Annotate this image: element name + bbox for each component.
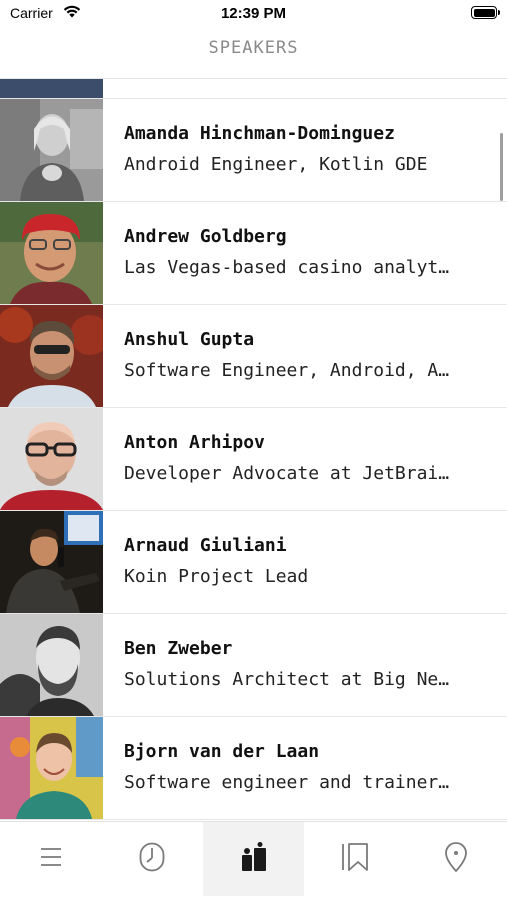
tab-bookmarks[interactable]	[304, 822, 405, 896]
speaker-list[interactable]: Amanda Hinchman-Dominguez Android Engine…	[0, 79, 507, 821]
speaker-role: Koin Project Lead	[124, 566, 309, 587]
speaker-row[interactable]: Anton Arhipov Developer Advocate at JetB…	[0, 408, 507, 511]
speaker-photo	[0, 202, 103, 304]
speaker-name: Andrew Goldberg	[124, 226, 287, 247]
page-title: SPEAKERS	[208, 38, 299, 58]
speaker-photo	[0, 408, 103, 510]
clock-icon	[139, 842, 165, 877]
tab-schedule[interactable]	[101, 822, 202, 896]
speaker-photo	[0, 717, 103, 819]
speaker-name: Bjorn van der Laan	[124, 741, 320, 762]
speaker-row[interactable]: Amanda Hinchman-Dominguez Android Engine…	[0, 99, 507, 202]
speakers-icon	[240, 841, 268, 877]
menu-icon	[39, 845, 63, 874]
speaker-row[interactable]: Andrew Goldberg Las Vegas-based casino a…	[0, 202, 507, 305]
speaker-role: Las Vegas-based casino analyt…	[124, 257, 450, 278]
tab-venue[interactable]	[405, 822, 506, 896]
status-bar: Carrier 12:39 PM	[0, 0, 507, 28]
speaker-name: Anshul Gupta	[124, 329, 255, 350]
speaker-role: Software engineer and trainer…	[124, 772, 450, 793]
location-pin-icon	[444, 841, 468, 877]
speaker-name: Amanda Hinchman-Dominguez	[124, 123, 395, 144]
partial-speaker-photo	[0, 79, 103, 98]
bookmark-icon	[341, 842, 369, 877]
speaker-photo	[0, 99, 103, 201]
speaker-role: Android Engineer, Kotlin GDE	[124, 154, 428, 175]
speaker-name: Arnaud Giuliani	[124, 535, 287, 556]
speaker-row[interactable]: Ben Zweber Solutions Architect at Big Ne…	[0, 614, 507, 717]
speaker-role: Software Engineer, Android, A…	[124, 360, 450, 381]
speaker-row[interactable]: Anshul Gupta Software Engineer, Android,…	[0, 305, 507, 408]
speaker-name: Anton Arhipov	[124, 432, 265, 453]
battery-icon	[471, 6, 500, 19]
speaker-photo	[0, 305, 103, 407]
speaker-row[interactable]: Arnaud Giuliani Koin Project Lead	[0, 511, 507, 614]
scroll-indicator[interactable]	[500, 133, 503, 201]
speaker-photo	[0, 614, 103, 716]
status-time: 12:39 PM	[220, 5, 287, 22]
tab-agenda[interactable]	[0, 822, 101, 896]
tab-bar	[0, 821, 507, 900]
speaker-photo	[0, 511, 103, 613]
speaker-role: Developer Advocate at JetBrai…	[124, 463, 450, 484]
tab-speakers[interactable]	[203, 822, 304, 896]
speaker-name: Ben Zweber	[124, 638, 233, 659]
speaker-row[interactable]: Bjorn van der Laan Software engineer and…	[0, 717, 507, 820]
speaker-role: Solutions Architect at Big Ne…	[124, 669, 450, 690]
